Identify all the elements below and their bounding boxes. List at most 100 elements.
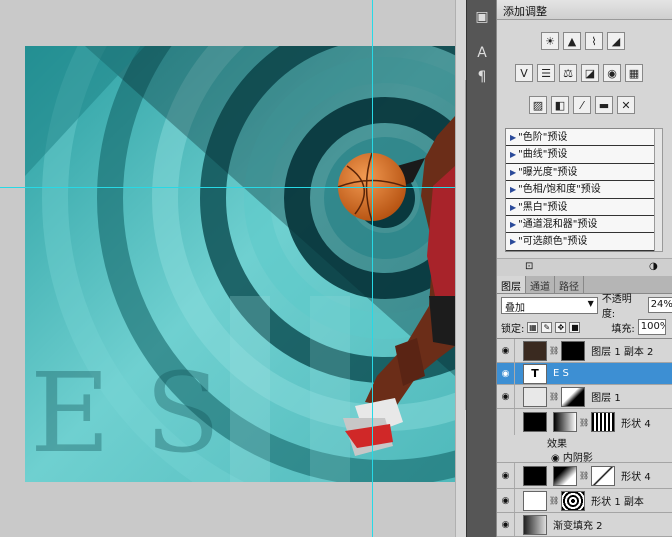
chevron-down-icon: ▼: [587, 298, 594, 308]
expand-triangle-icon: ▶: [510, 219, 517, 229]
adjustments-panel-title: 添加调整: [497, 0, 672, 20]
vibrance-icon[interactable]: V: [515, 64, 533, 82]
canvas-letter-s: S: [145, 349, 220, 477]
panel-options-icon[interactable]: ◑: [649, 261, 658, 272]
presets-scrollbar[interactable]: [654, 128, 663, 252]
layer-thumbnail: [523, 514, 547, 535]
preset-item[interactable]: ▶ "色相/饱和度"预设: [506, 181, 661, 199]
lock-position-icon[interactable]: ✥: [555, 321, 567, 333]
layer-row[interactable]: ◉ ⛓ 形状 1 副本: [497, 489, 672, 513]
exposure-icon[interactable]: ◢: [607, 32, 625, 50]
tab-layers[interactable]: 图层: [497, 276, 526, 293]
lock-all-icon[interactable]: ■: [569, 321, 581, 333]
link-chain-icon: ⛓: [549, 346, 560, 355]
visibility-eye-icon[interactable]: ◉: [497, 385, 515, 408]
preset-item[interactable]: ▶ "色阶"预设: [506, 129, 661, 147]
guide-vertical[interactable]: [372, 0, 373, 537]
gradient-map-icon[interactable]: ▬: [595, 96, 613, 114]
lock-label: 锁定:: [501, 323, 525, 335]
paragraph-icon[interactable]: ¶: [471, 66, 493, 88]
layer-mask-thumbnail: [553, 465, 577, 486]
visibility-eye-icon[interactable]: [497, 409, 515, 435]
layer-mask-thumbnail: [553, 412, 577, 432]
photo-filter-icon[interactable]: ◉: [603, 64, 621, 82]
invert-icon[interactable]: ▨: [529, 96, 547, 114]
layer-thumbnail: [523, 412, 547, 432]
canvas-vertical-scrollbar[interactable]: [455, 0, 473, 537]
layer-row[interactable]: ⛓ 形状 4: [497, 409, 672, 435]
character-icon[interactable]: A: [471, 42, 493, 64]
color-balance-icon[interactable]: ⚖: [559, 64, 577, 82]
lock-pixels-icon[interactable]: ✎: [541, 321, 553, 333]
layer-name: 渐变填充 2: [553, 521, 603, 532]
text-layer-icon: T: [523, 363, 547, 384]
lock-row: 锁定: ▦ ✎ ✥ ■ 填充: 100%: [497, 317, 672, 337]
opacity-label: 不透明度:: [601, 294, 632, 320]
channel-mixer-icon[interactable]: ▦: [625, 64, 643, 82]
layer-row[interactable]: ◉ ⛓ 形状 4: [497, 463, 672, 489]
vector-mask-thumbnail: [561, 490, 586, 511]
preset-item[interactable]: ▶ "曝光度"预设: [506, 163, 661, 182]
black-white-icon[interactable]: ◪: [581, 64, 599, 82]
clip-icon[interactable]: ⊡: [525, 261, 533, 272]
layer-row[interactable]: ◉ ⛓ 图层 1 副本 2: [497, 339, 672, 363]
layer-thumbnail: [523, 340, 547, 361]
hue-saturation-icon[interactable]: ☰: [537, 64, 555, 82]
preset-item[interactable]: ▶ "黑白"预设: [506, 198, 661, 216]
adjustment-icons-row-3: ▨ ◧ ⁄ ▬ ✕: [529, 96, 635, 114]
curves-icon[interactable]: ⌇: [585, 32, 603, 50]
canvas-image[interactable]: E S: [25, 46, 455, 482]
layer-mask-thumbnail: [561, 340, 586, 361]
layer-thumbnail: [523, 386, 547, 407]
blend-mode-select[interactable]: 叠加 ▼: [501, 296, 598, 314]
layer-row-selected[interactable]: ◉ T E S: [497, 363, 672, 385]
adjustment-presets-list: ▶ "色阶"预设 ▶ "曲线"预设 ▶ "曝光度"预设 ▶ "色相/饱和度"预设 ▶ "黑…: [505, 128, 662, 252]
link-chain-icon: ⛓: [549, 392, 560, 401]
guide-horizontal[interactable]: [0, 187, 466, 188]
blend-row: 叠加 ▼ 不透明度: 24%: [497, 294, 672, 320]
brightness-icon[interactable]: ☀: [541, 32, 559, 50]
vector-mask-thumbnail: [591, 465, 616, 486]
link-chain-icon: ⛓: [579, 471, 590, 480]
layer-row[interactable]: ◉ 渐变填充 2: [497, 513, 672, 537]
layer-name: 形状 1 副本: [591, 497, 644, 508]
layer-row[interactable]: ◉ ⛓ 图层 1: [497, 385, 672, 409]
opacity-field[interactable]: 24%: [647, 297, 672, 313]
adjustment-icons-row-2: V ☰ ⚖ ◪ ◉ ▦: [515, 64, 643, 82]
layer-name: E S: [553, 368, 569, 379]
canvas-letter-e: E: [30, 349, 110, 477]
lock-transparency-icon[interactable]: ▦: [527, 321, 539, 333]
tab-paths[interactable]: 路径: [555, 276, 584, 293]
layers-tabs: 图层 通道 路径: [497, 276, 672, 294]
document-canvas-area[interactable]: E S: [0, 0, 473, 537]
visibility-eye-icon[interactable]: ◉: [497, 363, 515, 384]
layer-name: 形状 4: [621, 472, 651, 483]
selective-color-icon[interactable]: ✕: [617, 96, 635, 114]
preset-item[interactable]: ▶ "通道混和器"预设: [506, 215, 661, 234]
layer-mask-thumbnail: [561, 386, 586, 407]
tab-channels[interactable]: 通道: [526, 276, 555, 293]
levels-icon[interactable]: ▲: [563, 32, 581, 50]
posterize-icon[interactable]: ◧: [551, 96, 569, 114]
right-panels: 添加调整 ☀ ▲ ⌇ ◢ V ☰ ⚖ ◪ ◉ ▦ ▨ ◧ ⁄ ▬ ✕ ▶ "色阶"…: [496, 0, 672, 537]
visibility-eye-icon[interactable]: ◉: [497, 339, 515, 362]
expand-triangle-icon: ▶: [510, 167, 517, 177]
layers-list: ◉ ⛓ 图层 1 副本 2 ◉ T E S ◉ ⛓ 图层 1 ⛓ 形状 4 效果: [497, 338, 672, 537]
visibility-eye-icon[interactable]: ◉: [497, 489, 515, 512]
visibility-eye-icon[interactable]: ◉: [497, 463, 515, 488]
preset-item[interactable]: ▶ "曲线"预设: [506, 146, 661, 164]
threshold-icon[interactable]: ⁄: [573, 96, 591, 114]
expand-triangle-icon: ▶: [510, 237, 517, 247]
adjustment-icons-row-1: ☀ ▲ ⌇ ◢: [541, 32, 625, 50]
expand-triangle-icon: ▶: [510, 133, 517, 142]
expand-triangle-icon: ▶: [510, 185, 517, 195]
layer-thumbnail: [523, 465, 547, 486]
inner-shadow-effect[interactable]: ◉ 内阴影: [497, 449, 672, 464]
fill-field[interactable]: 100%: [637, 319, 666, 335]
preset-item[interactable]: ▶ "可选颜色"预设: [506, 233, 661, 251]
adjustments-footer: ⊡ ◑: [497, 258, 672, 276]
expand-triangle-icon: ▶: [510, 202, 517, 212]
expand-triangle-icon: ▶: [510, 150, 517, 160]
visibility-eye-icon[interactable]: ◉: [497, 513, 515, 536]
layer-comp-icon[interactable]: ▣: [471, 6, 493, 28]
